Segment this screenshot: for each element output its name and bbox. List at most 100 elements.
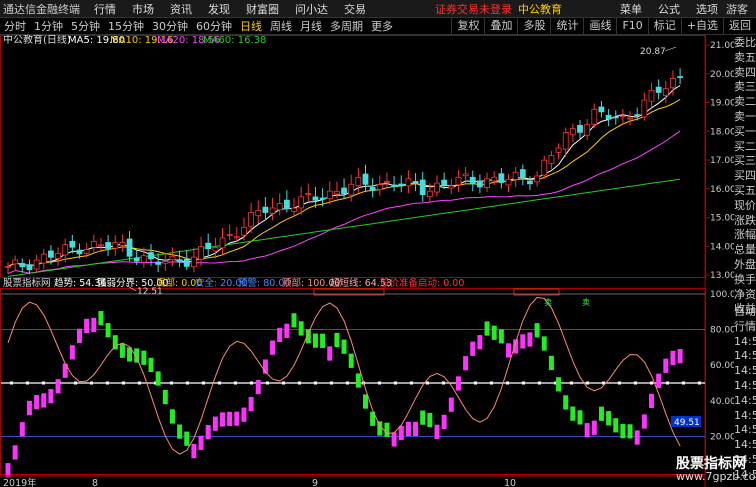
menu-item-wealth[interactable]: 财富圈 bbox=[238, 1, 287, 17]
price-tick-label: 15.00 bbox=[710, 214, 734, 224]
tool-back[interactable]: 返回 bbox=[723, 18, 756, 34]
tool-adjust[interactable]: 复权 bbox=[451, 18, 484, 34]
indicator-bar bbox=[491, 325, 497, 340]
indicator-bar bbox=[26, 400, 32, 416]
tool-stats[interactable]: 统计 bbox=[550, 18, 583, 34]
period-more[interactable]: 更多 bbox=[367, 18, 397, 34]
tool-overlay[interactable]: 叠加 bbox=[484, 18, 517, 34]
menu-item-menu[interactable]: 菜单 bbox=[612, 1, 650, 17]
high-price-label: 20.87 bbox=[640, 47, 666, 57]
side-item[interactable]: 现价 bbox=[734, 199, 756, 214]
side-item[interactable]: 净资 bbox=[734, 288, 756, 303]
candle-body bbox=[48, 250, 54, 258]
candle-body bbox=[40, 253, 47, 264]
indicator-bar bbox=[255, 379, 261, 395]
tool-draw[interactable]: 画线 bbox=[583, 18, 616, 34]
candle-body bbox=[176, 259, 183, 263]
level-dot bbox=[522, 381, 525, 385]
side-item[interactable]: 卖二 bbox=[734, 95, 756, 110]
menu-item-formula[interactable]: 公式 bbox=[650, 1, 688, 17]
menu-item-discover[interactable]: 发现 bbox=[200, 1, 238, 17]
indicator-line bbox=[7, 296, 681, 455]
candle-body bbox=[348, 183, 355, 196]
candle-body bbox=[355, 176, 362, 186]
indicator-bar bbox=[220, 412, 225, 427]
indicator-bar bbox=[341, 339, 347, 354]
indicator-bar bbox=[455, 376, 461, 391]
period-intraday[interactable]: 分时 bbox=[0, 18, 30, 34]
candle-body bbox=[190, 256, 197, 268]
side-item[interactable]: 卖一 bbox=[734, 110, 756, 125]
side-item[interactable]: 卖五 bbox=[734, 51, 756, 66]
period-30min[interactable]: 30分钟 bbox=[148, 18, 192, 34]
guest-label[interactable]: 游客 bbox=[726, 1, 756, 17]
login-notice[interactable]: 证券交易未登录 bbox=[435, 1, 518, 17]
candle-body bbox=[405, 178, 412, 187]
candle-body bbox=[155, 261, 162, 265]
side-item[interactable]: 换手 bbox=[734, 273, 756, 288]
indicator-bar bbox=[498, 329, 504, 344]
tool-f10[interactable]: F10 bbox=[616, 18, 647, 34]
side-item[interactable]: 买三 bbox=[734, 154, 756, 169]
side-item[interactable]: 卖四 bbox=[734, 66, 756, 81]
price-tick-label: 21.00 bbox=[710, 41, 734, 51]
indicator-bar bbox=[119, 343, 125, 358]
menu-item-ask[interactable]: 问小达 bbox=[287, 1, 336, 17]
indicator-bar bbox=[327, 346, 333, 361]
date-sep: 9 bbox=[312, 478, 318, 487]
candle-body bbox=[341, 187, 347, 195]
level-dot bbox=[698, 381, 701, 385]
level-dot bbox=[682, 381, 685, 385]
side-item[interactable]: 总量 bbox=[734, 243, 756, 258]
period-weekly[interactable]: 周线 bbox=[266, 18, 296, 34]
candle-body bbox=[426, 190, 433, 197]
side-item[interactable]: 买四 bbox=[734, 169, 756, 184]
side-item[interactable]: 涨幅 bbox=[734, 228, 756, 243]
price-tick-label: 14.00 bbox=[710, 242, 734, 252]
main-chart-title: 中公教育(日线) bbox=[3, 35, 71, 46]
side-item[interactable]: 卖三 bbox=[734, 80, 756, 95]
side-item[interactable]: 买二 bbox=[734, 140, 756, 155]
period-multi[interactable]: 多周期 bbox=[326, 18, 367, 34]
indicator-bar bbox=[69, 345, 75, 360]
side-item[interactable]: 买一 bbox=[734, 125, 756, 140]
tool-watchlist[interactable]: +自选 bbox=[680, 18, 723, 34]
side-item[interactable]: 外盘 bbox=[734, 258, 756, 273]
price-tick-label: 18.00 bbox=[710, 127, 734, 137]
candle-body bbox=[648, 89, 655, 102]
period-monthly[interactable]: 月线 bbox=[296, 18, 326, 34]
indicator-bar bbox=[477, 335, 483, 350]
candle-body bbox=[326, 190, 333, 200]
menu-item-news[interactable]: 资讯 bbox=[162, 1, 200, 17]
candle-body bbox=[455, 176, 462, 186]
period-daily[interactable]: 日线 bbox=[236, 18, 266, 34]
candle-body bbox=[412, 180, 419, 184]
period-1min[interactable]: 1分钟 bbox=[30, 18, 67, 34]
level-dot bbox=[634, 381, 637, 385]
level-dot bbox=[442, 381, 445, 385]
side-item[interactable]: 委比 bbox=[734, 36, 756, 51]
indicator-bar bbox=[663, 358, 669, 373]
menu-item-trade[interactable]: 交易 bbox=[336, 1, 374, 17]
indicator-bar bbox=[169, 409, 175, 424]
tick-item: 14:5 bbox=[734, 334, 756, 348]
menu-item-quotes[interactable]: 行情 bbox=[86, 1, 124, 17]
period-5min[interactable]: 5分钟 bbox=[67, 18, 104, 34]
tick-item: 自动 bbox=[734, 305, 756, 318]
period-60min[interactable]: 60分钟 bbox=[192, 18, 236, 34]
side-item[interactable]: 买五 bbox=[734, 184, 756, 199]
tool-mark[interactable]: 标记 bbox=[647, 18, 681, 34]
candle-body bbox=[448, 185, 455, 189]
tool-multi[interactable]: 多股 bbox=[517, 18, 550, 34]
menu-item-market[interactable]: 市场 bbox=[124, 1, 162, 17]
menu-item-options[interactable]: 选项 bbox=[688, 1, 726, 17]
indicator-bar bbox=[427, 412, 433, 428]
candle-body bbox=[598, 106, 605, 113]
indicator-bar bbox=[591, 420, 597, 435]
indicator-bar bbox=[677, 349, 683, 364]
level-dot bbox=[538, 381, 541, 385]
side-item[interactable]: 涨跌 bbox=[734, 214, 756, 229]
period-15min[interactable]: 15分钟 bbox=[104, 18, 148, 34]
candle-body bbox=[362, 173, 369, 185]
chart-area[interactable]: 中公教育(日线) MA5: 19.80 MA10: 19.16 MA20: 18… bbox=[0, 35, 734, 487]
